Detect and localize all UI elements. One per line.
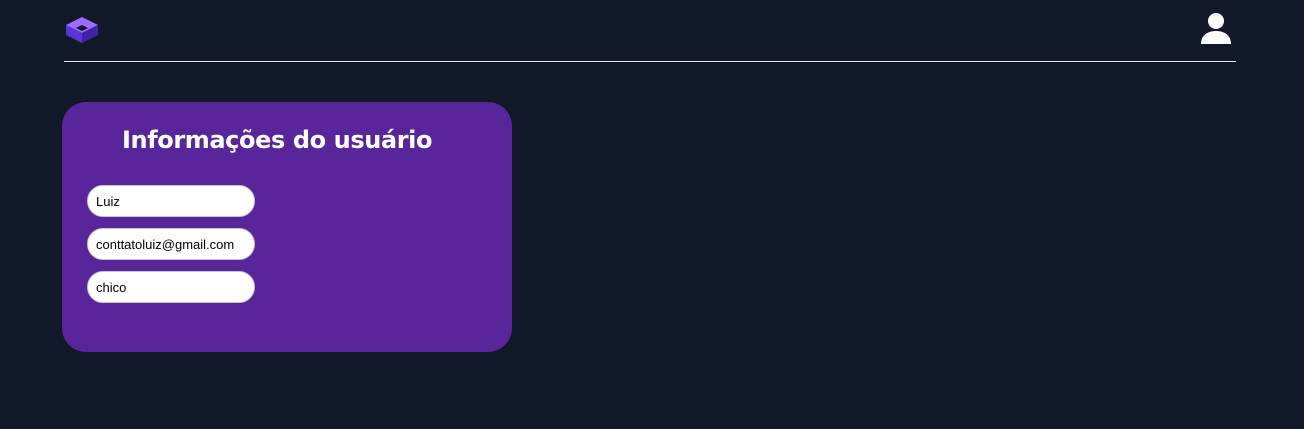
user-info-title: Informações do usuário — [122, 126, 433, 154]
email-field[interactable] — [87, 228, 255, 260]
user-info-card: Informações do usuário — [62, 102, 512, 352]
logo-cube-icon[interactable] — [65, 16, 99, 44]
top-header — [64, 0, 1236, 62]
password-field[interactable] — [87, 271, 255, 303]
user-account-icon[interactable] — [1199, 11, 1233, 45]
name-field[interactable] — [87, 185, 255, 217]
